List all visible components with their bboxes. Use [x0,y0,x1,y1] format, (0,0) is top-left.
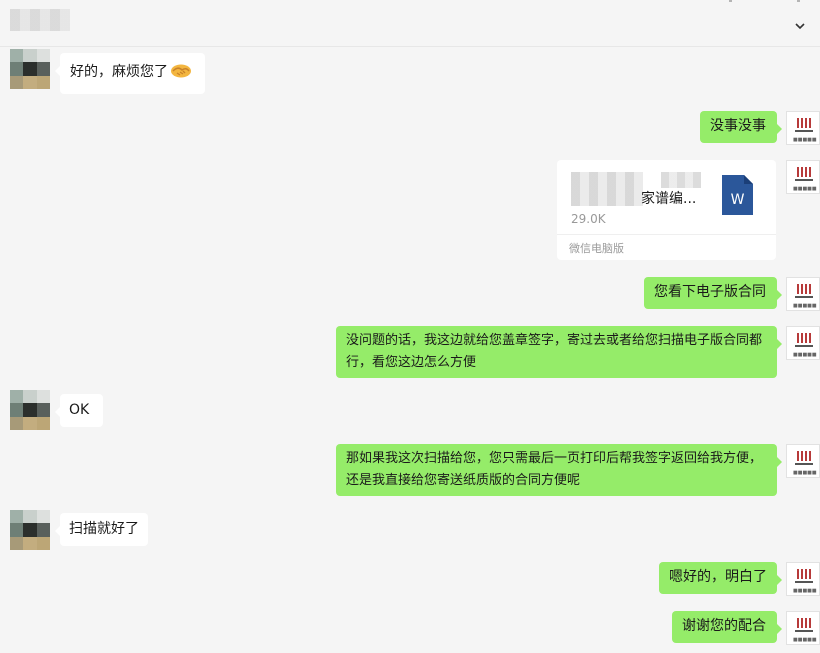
file-message-card[interactable]: 家谱编... 29.0K W 微信电脑版 [557,160,776,260]
svg-text:■■■■■: ■■■■■ [793,352,817,358]
file-card-divider [557,234,776,235]
message-bubble[interactable]: 没问题的话，我这边就给您盖章签字，寄过去或者给您扫描电子版合同都行，看您这边怎么… [336,326,782,378]
message-text: 嗯好的，明白了 [669,569,767,585]
svg-text:■■■■■: ■■■■■ [793,470,817,476]
avatar[interactable] [10,49,50,89]
avatar[interactable]: ■■■■■ [786,562,820,596]
file-name: 家谱编... [641,191,697,207]
svg-text:■■■■■: ■■■■■ [793,137,817,143]
avatar[interactable]: ■■■■■ [786,160,820,194]
svg-text:■■■■■: ■■■■■ [793,186,817,192]
more-icon[interactable] [792,18,808,34]
svg-text:■■■■■: ■■■■■ [793,588,817,594]
message-text: 扫描就好了 [69,521,139,537]
file-name-blurred [661,172,701,188]
file-name-blurred [571,172,643,206]
chat-header [0,0,820,47]
message-text: 好的，麻烦您了 [70,64,168,80]
contact-name-blurred [10,9,70,31]
svg-text:■■■■■: ■■■■■ [793,303,817,309]
avatar[interactable]: ■■■■■ [786,444,820,478]
avatar[interactable]: ■■■■■ [786,611,820,645]
message-text: 没问题的话，我这边就给您盖章签字，寄过去或者给您扫描电子版合同都行，看您这边怎么… [346,333,763,370]
avatar[interactable]: ■■■■■ [786,111,820,145]
file-size: 29.0K [571,212,606,226]
message-text: 没事没事 [710,118,766,134]
header-mark [729,0,732,2]
file-source: 微信电脑版 [569,242,624,255]
svg-text:W: W [731,192,745,208]
message-text: 谢谢您的配合 [682,618,766,634]
message-bubble[interactable]: 那如果我这次扫描给您，您只需最后一页打印后帮我签字返回给我方便，还是我直接给您寄… [336,444,782,496]
word-file-icon: W [722,175,753,215]
svg-text:■■■■■: ■■■■■ [793,637,817,643]
message-bubble[interactable]: 谢谢您的配合 [672,611,782,643]
message-bubble[interactable]: 嗯好的，明白了 [659,562,782,594]
message-text: 您看下电子版合同 [654,284,766,300]
message-bubble[interactable]: 好的，麻烦您了 [55,53,205,94]
avatar[interactable] [10,390,50,430]
message-bubble[interactable]: 您看下电子版合同 [644,277,782,309]
header-mark [797,0,800,2]
handshake-icon [170,62,192,87]
message-bubble[interactable]: OK [55,394,103,427]
message-text: 那如果我这次扫描给您，您只需最后一页打印后帮我签字返回给我方便，还是我直接给您寄… [346,451,763,488]
message-bubble[interactable]: 扫描就好了 [55,513,148,546]
avatar[interactable] [10,510,50,550]
avatar[interactable]: ■■■■■ [786,277,820,311]
message-text: OK [69,402,90,418]
message-bubble[interactable]: 没事没事 [700,111,782,143]
avatar[interactable]: ■■■■■ [786,326,820,360]
